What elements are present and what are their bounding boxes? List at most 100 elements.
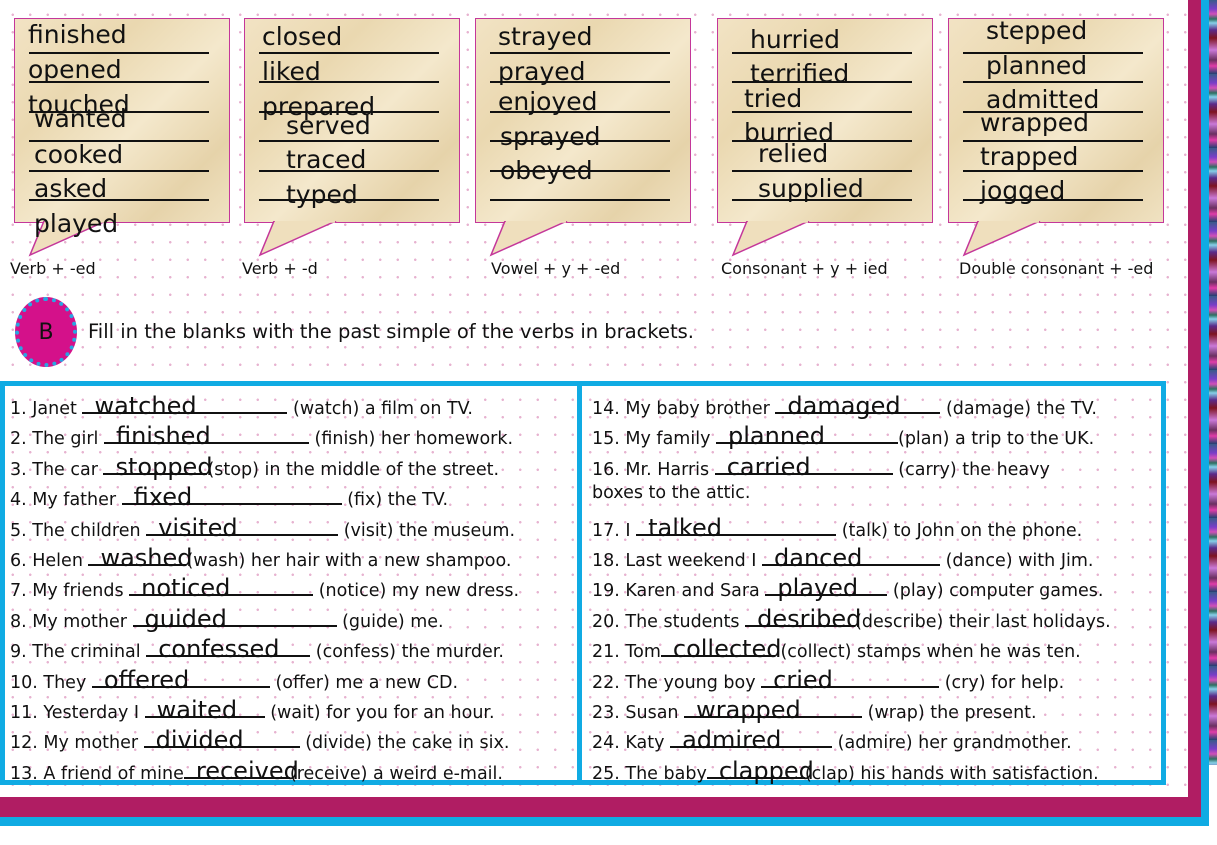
item-verb-hint: (cry) for help. [939,672,1065,693]
answer-blank[interactable]: visited [146,516,339,540]
bubble-tail [258,221,337,257]
answer-blank[interactable]: played [765,576,888,600]
answer-blank[interactable]: cried [761,668,940,692]
answer-text: talked [648,513,722,542]
answer-blank[interactable]: offered [91,668,270,692]
answer-blank[interactable]: noticed [129,576,314,600]
answer-text: damaged [787,392,901,420]
item-verb-hint: (stop) in the middle of the street. [207,459,500,480]
bubble-word: opened [28,55,122,84]
item-prompt: 5. The children [10,520,147,541]
answer-blank[interactable]: waited [144,698,265,722]
answer-text: finished [115,422,211,451]
bubble-word: served [286,111,371,140]
exercise-item: 17. I talked (talk) to John on the phone… [592,516,1082,541]
exercise-item: 4. My father fixed (fix) the TV. [10,485,448,510]
item-prompt: 7. My friends [10,581,130,602]
exercise-item: 16. Mr. Harris carried (carry) the heavy [592,455,1050,480]
bubble-word: asked [34,174,108,203]
answer-blank[interactable]: stopped [103,455,213,479]
badge-letter: B [38,319,54,345]
exercise-item: 15. My family planned (plan) a trip to th… [592,424,1094,449]
answer-text: carried [726,452,811,481]
answer-blank[interactable]: collected [660,637,781,661]
frame-border-right-blue [1201,0,1209,826]
bubble-word: sprayed [500,122,601,151]
answer-blank[interactable]: watched [82,394,288,418]
exercise-item: 14. My baby brother damaged (damage) the… [592,394,1097,419]
frame-border-bottom-blue [0,817,1209,826]
answer-blank[interactable]: wrapped [684,698,863,722]
item-prompt: 23. Susan [592,703,685,723]
answer-blank[interactable]: clapped [706,759,814,783]
answer-blank[interactable]: guided [132,607,337,631]
bubble-word: cooked [34,140,124,169]
answer-blank[interactable]: received [183,759,299,783]
exercise-item: boxes to the attic. [592,484,750,503]
frame-border-bottom [0,797,1201,817]
answer-text: fixed [133,483,193,512]
answer-blank[interactable]: divided [143,728,300,752]
item-prompt: 9. The criminal [10,642,147,663]
item-prompt: 19. Karen and Sara [592,581,766,602]
item-verb-hint: (guide) me. [336,611,444,632]
item-verb-hint: (wrap) the present. [862,703,1037,723]
answer-line [963,81,1143,83]
item-prompt: 22. The young boy [592,672,762,693]
answer-blank[interactable]: desribed [745,607,861,631]
item-verb-hint: (offer) me a new CD. [269,672,459,693]
item-verb-hint: (collect) stamps when he was ten. [774,642,1081,663]
item-prompt: 24. Katy [592,733,671,754]
item-prompt: 2. The girl [10,429,104,450]
item-prompt: 6. Helen [10,551,89,571]
answer-text: stopped [115,452,213,481]
bubble-word: strayed [498,22,593,51]
answer-blank[interactable]: confessed [146,637,311,661]
item-prompt: 3. The car [10,459,104,480]
bubble-category-label: Verb + -ed [10,259,96,278]
exercise-item: 12. My mother divided (divide) the cake … [10,728,509,753]
bubble-word: traced [286,145,367,174]
exercise-item: 5. The children visited (visit) the muse… [10,516,515,541]
answer-line [490,199,670,201]
exercise-item: 20. The students desribed (describe) thei… [592,607,1111,632]
bubble-word: planned [986,51,1088,80]
item-prompt: 25. The baby [592,763,707,784]
answer-blank[interactable]: finished [103,424,309,448]
answer-text: clapped [718,756,814,785]
answer-line [29,170,209,172]
bubble-tail [489,221,568,257]
item-verb-hint: (wait) for you for an hour. [264,703,495,723]
item-prompt: 16. Mr. Harris [592,459,715,480]
answer-blank[interactable]: admired [670,728,833,752]
exercise-item: 8. My mother guided (guide) me. [10,607,444,632]
bubble-word: obeyed [500,156,593,185]
bubble-word: stepped [986,16,1088,45]
bubble-word: played [34,209,119,238]
bubble-category-label: Double consonant + -ed [959,259,1154,278]
exercise-item: 11. Yesterday I waited (wait) for you fo… [10,698,495,723]
item-prompt: 13. A friend of mine [10,763,184,784]
item-verb-hint: (fix) the TV. [341,490,449,511]
answer-blank[interactable]: carried [714,455,893,479]
bubble-word: trapped [980,142,1079,171]
exercise-item: 3. The car stopped (stop) in the middle o… [10,455,499,480]
exercise-item: 19. Karen and Sara played (play) compute… [592,576,1103,601]
answer-blank[interactable]: talked [636,516,837,540]
answer-blank[interactable]: fixed [121,485,342,509]
item-prompt: 1. Janet [10,399,83,419]
answer-blank[interactable]: damaged [775,394,941,418]
answer-text: desribed [757,604,862,633]
answer-blank[interactable]: planned [716,424,898,448]
item-prompt: 10. They [10,672,92,693]
answer-text: waited [156,696,238,724]
exercise-item: 13. A friend of mine received (receive) a … [10,759,503,784]
answer-blank[interactable]: washed [88,546,193,570]
answer-text: guided [144,604,227,633]
item-verb-hint: (talk) to John on the phone. [836,520,1083,541]
screen-edge-artifact [1209,0,1217,765]
item-verb-hint: (play) computer games. [887,581,1104,602]
item-prompt: 4. My father [10,490,122,511]
answer-blank[interactable]: danced [762,546,941,570]
exercise-item: 22. The young boy cried (cry) for help. [592,668,1064,693]
